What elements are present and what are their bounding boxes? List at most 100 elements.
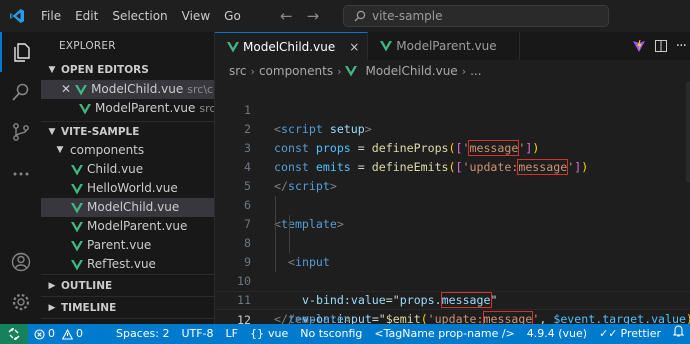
outline-header[interactable]: ▶ OUTLINE (41, 274, 214, 296)
file-item[interactable]: ModelParent.vue (41, 217, 214, 236)
breadcrumb-file[interactable]: ModelChild.vue (365, 64, 457, 78)
file-item[interactable]: Child.vue (41, 160, 214, 179)
indent-guide (289, 234, 290, 253)
menu-file[interactable]: File (34, 0, 68, 32)
explorer-title: EXPLORER (59, 40, 116, 52)
timeline-label: TIMELINE (61, 301, 117, 314)
forward-arrow-icon[interactable]: → (307, 7, 320, 25)
problems-indicator[interactable]: 0 0 (28, 324, 89, 344)
braces-icon: {} (249, 327, 264, 340)
breadcrumb-more[interactable]: ... (470, 64, 481, 78)
notifications-bell-icon[interactable] (667, 324, 690, 344)
open-editor-name: ModelChild.vue (91, 82, 184, 96)
menu-edit[interactable]: Edit (68, 0, 105, 32)
search-activity-icon[interactable] (0, 72, 41, 112)
back-arrow-icon[interactable]: ← (280, 7, 293, 25)
vue-file-icon (75, 84, 88, 95)
open-editor-item[interactable]: ModelParent.vue src\... (41, 99, 214, 118)
warning-icon (62, 328, 73, 340)
tab-close-icon[interactable]: × (349, 40, 359, 54)
eol-status[interactable]: LF (220, 324, 244, 344)
tab-label: ModelChild.vue (243, 39, 336, 54)
more-views-icon[interactable] (0, 154, 41, 194)
tab-modelparent[interactable]: ModelParent.vue (368, 32, 520, 60)
indentation-status[interactable]: Spaces: 2 (110, 324, 175, 344)
split-editor-icon[interactable] (654, 39, 668, 53)
code-line: 8 v-bind:value="props.message" (215, 215, 690, 308)
folder-label: components (70, 143, 145, 157)
open-editor-name: ModelParent.vue (95, 101, 196, 115)
remote-indicator-icon[interactable] (0, 324, 28, 344)
search-text: vite-sample (372, 9, 443, 23)
language-mode[interactable]: {} vue (244, 324, 294, 344)
search-icon (354, 10, 366, 22)
code-editor[interactable]: 1 <script setup> 2 const props = defineP… (215, 82, 690, 327)
code-line: 10 /> (215, 253, 690, 326)
code-line: 5 (215, 158, 690, 193)
source-control-icon[interactable] (0, 112, 41, 152)
chevron-right-icon: ▶ (48, 280, 56, 291)
file-item[interactable]: HelloWorld.vue (41, 179, 214, 198)
code-line: 1 <script setup> (215, 82, 690, 136)
chevron-right-icon: ▶ (48, 302, 56, 313)
vue-file-icon (71, 202, 83, 213)
indent-guide (275, 234, 276, 253)
typescript-version[interactable]: 4.9.4 (vue) (521, 324, 593, 344)
project-header[interactable]: ▼ VITE-SAMPLE (41, 121, 214, 141)
vite-icon[interactable] (632, 39, 646, 53)
vue-file-icon (71, 164, 83, 175)
code-line: 2 const props = defineProps(['message']) (215, 101, 690, 156)
language-label: vue (267, 327, 289, 340)
file-name: Child.vue (87, 162, 144, 176)
indent-guide (275, 215, 276, 234)
open-editors-header[interactable]: ▼ OPEN EDITORS (41, 60, 214, 80)
prettier-status[interactable]: ✓✓ Prettier (593, 324, 667, 344)
prettier-label: Prettier (620, 327, 661, 340)
command-center-search[interactable]: vite-sample (343, 5, 609, 27)
scrollbar-thumb[interactable] (686, 82, 690, 182)
tab-label: ModelParent.vue (396, 39, 497, 53)
file-item[interactable]: RefTest.vue (41, 255, 214, 274)
outline-label: OUTLINE (61, 279, 113, 292)
project-label: VITE-SAMPLE (61, 125, 140, 138)
navigation-arrows: ← → (280, 0, 319, 32)
error-icon (34, 328, 45, 340)
tab-modelchild[interactable]: ModelChild.vue × (215, 32, 369, 60)
file-name: ModelParent.vue (87, 219, 188, 233)
vue-file-icon (79, 103, 91, 114)
vue-file-icon (71, 240, 83, 251)
accounts-icon[interactable] (0, 242, 41, 282)
vue-file-icon (71, 183, 83, 194)
explorer-sidebar: EXPLORER ▼ OPEN EDITORS ✕ ModelChild.vue… (41, 32, 215, 336)
chevron-right-icon: › (461, 64, 467, 78)
open-editor-item[interactable]: ✕ ModelChild.vue src\c... (41, 80, 214, 99)
menu-go[interactable]: Go (217, 0, 248, 32)
status-bar: 0 0 Spaces: 2 UTF-8 LF {} vue No tsconfi… (0, 324, 690, 344)
chevron-down-icon: ▼ (56, 145, 64, 155)
encoding-status[interactable]: UTF-8 (175, 324, 219, 344)
file-name: RefTest.vue (87, 257, 156, 271)
timeline-header[interactable]: ▶ TIMELINE (41, 296, 214, 318)
check-double-icon: ✓✓ (599, 327, 618, 340)
code-line: 4 </script> (215, 139, 690, 193)
vue-file-icon (71, 259, 83, 270)
breadcrumb-components[interactable]: components (259, 64, 333, 78)
folder-components[interactable]: ▼ components (41, 141, 214, 160)
file-item[interactable]: Parent.vue (41, 236, 214, 255)
more-actions-icon[interactable]: ··· (676, 38, 687, 54)
explorer-files-icon[interactable] (0, 32, 41, 72)
breadcrumb-src[interactable]: src (229, 64, 247, 78)
settings-gear-icon[interactable] (0, 282, 41, 322)
breadcrumb: src › components › ModelChild.vue › ... (215, 60, 690, 82)
error-count: 0 (48, 327, 55, 340)
tsconfig-status[interactable]: No tsconfig (294, 324, 368, 344)
menu-view[interactable]: View (175, 0, 217, 32)
open-editor-path: src\c... (187, 83, 214, 96)
tag-style-status[interactable]: <TagName prop-name /> (368, 324, 520, 344)
vue-file-icon (380, 41, 393, 52)
open-editors-label: OPEN EDITORS (61, 64, 149, 76)
file-item-active[interactable]: ModelChild.vue (41, 198, 214, 217)
indent-guide (275, 196, 276, 215)
menu-selection[interactable]: Selection (105, 0, 174, 32)
close-icon[interactable]: ✕ (61, 80, 71, 99)
